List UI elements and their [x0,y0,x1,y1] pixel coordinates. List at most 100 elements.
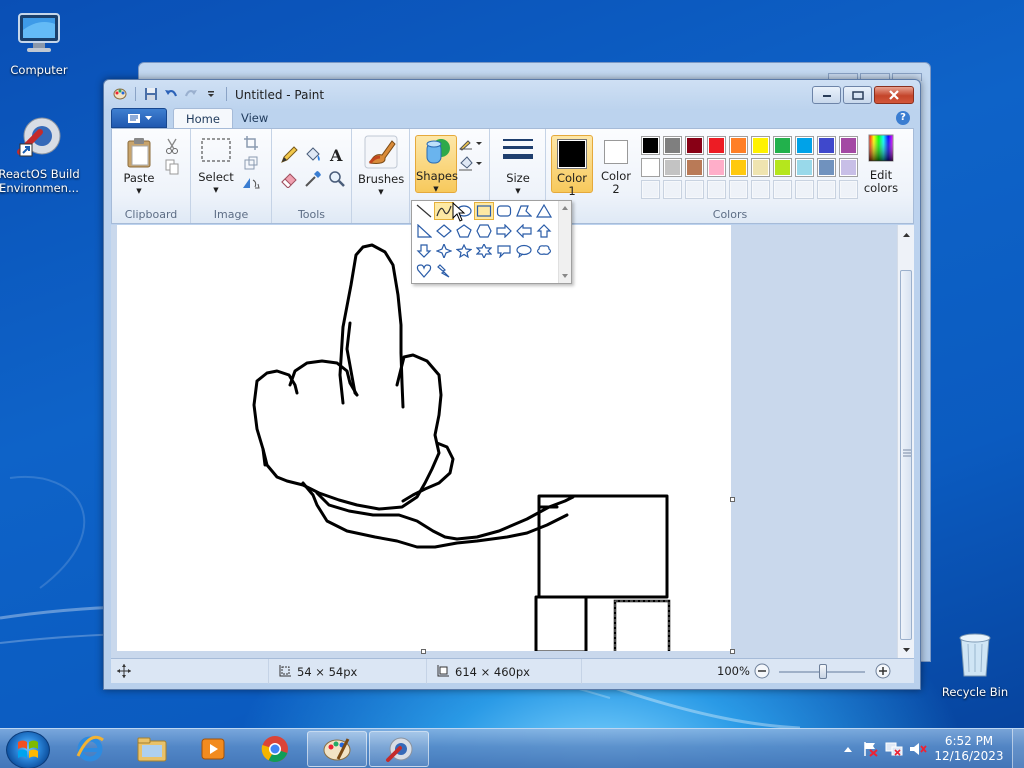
right-arrow-shape-icon[interactable] [494,222,514,240]
six-point-star-shape-icon[interactable] [474,242,494,260]
left-arrow-shape-icon[interactable] [514,222,534,240]
edit-colors-button[interactable]: Edit colors [854,133,908,195]
palette-swatch[interactable] [663,158,682,177]
canvas-resize-handle[interactable] [730,649,735,654]
text-icon[interactable]: A [327,145,347,165]
palette-swatch[interactable] [707,158,726,177]
palette-swatch[interactable] [795,136,814,155]
customize-qat-chevron-down-icon[interactable] [203,86,219,102]
color2-button[interactable]: Color 2 [596,135,636,196]
palette-empty-swatch[interactable] [685,180,704,199]
palette-empty-swatch[interactable] [773,180,792,199]
palette-empty-swatch[interactable] [795,180,814,199]
palette-swatch[interactable] [817,158,836,177]
palette-empty-swatch[interactable] [663,180,682,199]
desktop-icon-recycle-bin[interactable]: Recycle Bin [932,630,1018,699]
eraser-icon[interactable] [279,169,299,189]
palette-swatch[interactable] [751,136,770,155]
diamond-shape-icon[interactable] [434,222,454,240]
tab-home[interactable]: Home [173,108,233,129]
up-arrow-shape-icon[interactable] [534,222,554,240]
heart-shape-icon[interactable] [414,262,434,280]
resize-icon[interactable] [241,153,261,173]
color1-button[interactable]: Color 1 [551,135,593,198]
fill-bucket-icon[interactable] [303,145,323,165]
paint-window[interactable]: Untitled - Paint Home View ? Paste ▼ Cli… [103,79,921,690]
taskbar-file-explorer[interactable] [122,731,182,767]
cut-icon[interactable] [162,136,182,156]
file-menu-button[interactable] [111,108,167,128]
palette-empty-swatch[interactable] [707,180,726,199]
canvas-resize-handle[interactable] [730,497,735,502]
desktop-icon-reactos-build[interactable]: ReactOS Build Environmen... [0,112,82,195]
taskbar-paint[interactable] [307,731,367,767]
polygon-shape-icon[interactable] [514,202,534,220]
volume-muted-icon[interactable] [906,741,930,757]
undo-icon[interactable] [163,86,179,102]
palette-swatch[interactable] [729,136,748,155]
four-point-star-shape-icon[interactable] [434,242,454,260]
palette-empty-swatch[interactable] [817,180,836,199]
palette-swatch[interactable] [641,158,660,177]
taskbar-media-player[interactable] [183,731,243,767]
curve-shape-icon[interactable] [434,202,454,220]
taskbar-chrome[interactable] [245,731,305,767]
palette-swatch[interactable] [663,136,682,155]
cloud-callout-shape-icon[interactable] [534,242,554,260]
taskbar-internet-explorer[interactable] [60,731,120,767]
fill-icon[interactable] [458,153,484,173]
select-button[interactable]: Select ▼ [197,137,235,197]
palette-empty-swatch[interactable] [641,180,660,199]
scrollbar-thumb[interactable] [900,270,912,640]
clock[interactable]: 6:52 PM 12/16/2023 [930,734,1008,764]
palette-swatch[interactable] [773,158,792,177]
palette-swatch[interactable] [707,136,726,155]
palette-swatch[interactable] [817,136,836,155]
zoom-slider-thumb[interactable] [819,664,827,679]
crop-icon[interactable] [241,133,261,153]
lightning-shape-icon[interactable] [434,262,454,280]
color-picker-icon[interactable] [303,169,323,189]
palette-swatch[interactable] [795,158,814,177]
line-shape-icon[interactable] [414,202,434,220]
redo-icon[interactable] [183,86,199,102]
palette-swatch[interactable] [751,158,770,177]
shapes-gallery[interactable] [411,200,572,284]
minimize-button[interactable] [812,86,841,104]
vertical-scrollbar[interactable] [897,225,914,658]
size-button[interactable]: Size ▼ [496,137,540,198]
rounded-rectangle-shape-icon[interactable] [494,202,514,220]
tab-view[interactable]: View [229,108,280,129]
palette-swatch[interactable] [685,158,704,177]
hexagon-shape-icon[interactable] [474,222,494,240]
palette-empty-swatch[interactable] [729,180,748,199]
action-center-icon[interactable] [858,741,882,757]
outline-icon[interactable] [458,133,484,153]
save-icon[interactable] [143,86,159,102]
rounded-callout-shape-icon[interactable] [494,242,514,260]
down-arrow-shape-icon[interactable] [414,242,434,260]
gallery-scrollbar[interactable] [558,201,571,283]
palette-swatch[interactable] [641,136,660,155]
show-desktop-button[interactable] [1012,729,1024,768]
canvas-resize-handle[interactable] [421,649,426,654]
pencil-icon[interactable] [279,145,299,165]
network-icon[interactable] [882,741,906,757]
oval-callout-shape-icon[interactable] [514,242,534,260]
start-button[interactable] [6,731,50,768]
palette-empty-swatch[interactable] [751,180,770,199]
show-hidden-icons-button[interactable] [838,729,858,768]
zoom-out-button[interactable] [754,663,770,682]
palette-swatch[interactable] [773,136,792,155]
title-bar[interactable]: Untitled - Paint [104,80,920,110]
desktop-icon-computer[interactable]: Computer [0,10,82,77]
zoom-in-button[interactable] [875,663,891,682]
drawing-canvas[interactable] [117,225,731,657]
paint-app-icon[interactable] [112,86,128,102]
copy-icon[interactable] [162,157,182,177]
canvas-area[interactable] [111,225,914,658]
maximize-button[interactable] [843,86,872,104]
group-brushes[interactable]: Brushes ▼ [352,129,410,223]
triangle-shape-icon[interactable] [534,202,554,220]
rectangle-shape-icon[interactable] [474,202,494,220]
